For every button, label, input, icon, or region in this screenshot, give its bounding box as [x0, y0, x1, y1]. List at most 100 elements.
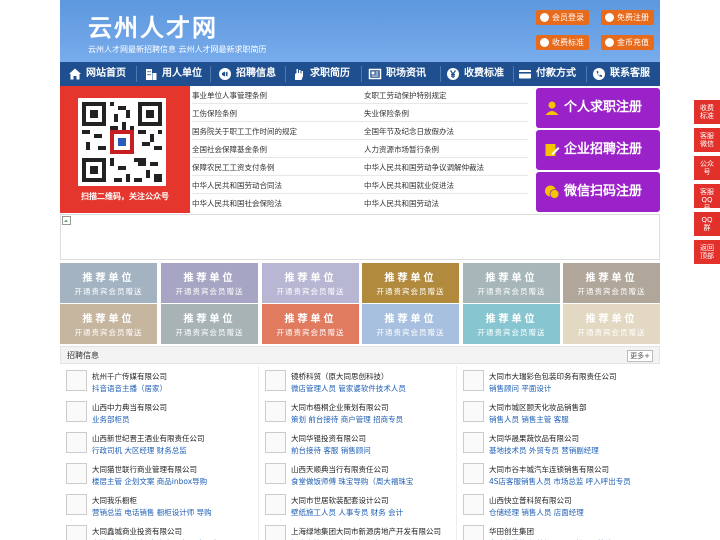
company-positions[interactable]: 业务部柜员 — [92, 414, 130, 425]
company-listing[interactable]: 镜桥科贸（原大同思创科技） 微店管理人员 管家婆软件技术人员 — [259, 366, 454, 396]
policy-link[interactable]: 中华人民共和国劳动法 — [364, 198, 439, 209]
login-button[interactable]: 会员登录 — [536, 10, 589, 25]
recommended-employer-tile[interactable]: 推荐单位 开通贵宾会员赠送 — [463, 263, 560, 303]
recharge-button[interactable]: 金币充值 — [601, 35, 654, 50]
company-positions[interactable]: 销售顾问 平面设计 — [489, 383, 551, 394]
policy-link[interactable]: 全国社会保障基金条例 — [192, 144, 267, 155]
side-wechat-support-button[interactable]: 客服 微信 — [694, 128, 720, 152]
job-seeker-register-button[interactable]: 个人求职注册 — [536, 88, 660, 128]
company-listing[interactable]: 大同猫世联行商业管理有限公司 楼层主管 企划文案 商品inbox导购 — [60, 459, 255, 489]
policy-link[interactable]: 全国年节及纪念日放假办法 — [364, 126, 454, 137]
register-button[interactable]: 免费注册 — [601, 10, 654, 25]
employer-register-button[interactable]: 企业招聘注册 — [536, 130, 660, 170]
company-logo[interactable] — [66, 432, 87, 453]
company-logo[interactable] — [265, 494, 286, 515]
recommended-employer-tile[interactable]: 推荐单位 开通贵宾会员赠送 — [362, 263, 459, 303]
company-name[interactable]: 杭州千广传媒有限公司 — [92, 371, 167, 382]
company-name[interactable]: 大同猫世联行商业管理有限公司 — [92, 464, 197, 475]
company-listing[interactable]: 大同市世居软装配套设计公司 壁纸施工人员 人事专员 财务 会计 — [259, 490, 454, 520]
company-positions[interactable]: 仓储经理 销售人员 店面经理 — [489, 507, 584, 518]
company-name[interactable]: 山西天顺典当行有限责任公司 — [291, 464, 389, 475]
company-logo[interactable] — [463, 432, 484, 453]
company-listing[interactable]: 大同华锟投资有限公司 前台接待 客服 销售顾问 — [259, 428, 454, 458]
company-positions[interactable]: 食堂做饭师傅 珠宝导购（周大福珠宝 — [291, 476, 413, 487]
company-name[interactable]: 大同我乐橱柜 — [92, 495, 137, 506]
pricing-button[interactable]: 收费标准 — [536, 35, 589, 50]
company-positions[interactable]: 微店管理人员 管家婆软件技术人员 — [291, 383, 406, 394]
policy-link[interactable]: 事业单位人事管理条例 — [192, 90, 267, 101]
company-positions[interactable]: 前台接待 客服 销售顾问 — [291, 445, 371, 456]
company-listing[interactable]: 大同鑫城商业投资有限公司主管 专卖店店长 专卖店导购员 客服专员 — [60, 521, 255, 540]
recommended-employer-tile[interactable]: 推荐单位 开通贵宾会员赠送 — [161, 304, 258, 344]
company-logo[interactable] — [265, 432, 286, 453]
company-listing[interactable]: 大同市城区颐天化妆品销售部 销售人员 销售主管 客服 — [457, 397, 652, 427]
company-listing[interactable]: 杭州千广传媒有限公司 抖音语音主播（居家） — [60, 366, 255, 396]
company-listing[interactable]: 大同市梧桐企业策划有限公司 策划 前台接待 商户管理 招商专员 — [259, 397, 454, 427]
company-positions[interactable]: 抖音语音主播（居家） — [92, 383, 167, 394]
policy-link[interactable]: 人力资源市场暂行条例 — [364, 144, 439, 155]
company-logo[interactable] — [463, 525, 484, 540]
policy-link[interactable]: 国务院关于职工工作时间的规定 — [192, 126, 297, 137]
recommended-employer-tile[interactable]: 推荐单位 开通贵宾会员赠送 — [362, 304, 459, 344]
company-logo[interactable] — [66, 525, 87, 540]
back-to-top-button[interactable]: 返回 顶部 — [694, 240, 720, 264]
company-name[interactable]: 上海绿地集团大同市新源房地产开发有限公司 — [291, 526, 441, 537]
company-name[interactable]: 山西新世纪晋王酒业有限责任公司 — [92, 433, 205, 444]
policy-link[interactable]: 中华人民共和国劳动合同法 — [192, 180, 282, 191]
nav-resumes[interactable]: 求职简历 — [290, 62, 350, 86]
policy-link[interactable]: 中华人民共和国就业促进法 — [364, 180, 454, 191]
company-positions[interactable]: 楼层主管 企划文案 商品inbox导购 — [92, 476, 207, 487]
company-listing[interactable]: 山西新世纪晋王酒业有限责任公司 行政司机 大区经理 财务总监 — [60, 428, 255, 458]
company-listing[interactable]: 大同我乐橱柜 营销总监 电话销售 橱柜设计师 导购 — [60, 490, 255, 520]
recommended-employer-tile[interactable]: 推荐单位 开通贵宾会员赠送 — [161, 263, 258, 303]
company-name[interactable]: 华田创生集团 — [489, 526, 534, 537]
policy-link[interactable]: 失业保险条例 — [364, 108, 409, 119]
company-name[interactable]: 大同华锟投资有限公司 — [291, 433, 366, 444]
company-listing[interactable]: 大同市谷丰城汽车连锁销售有限公司 4S店客服销售人员 市场总监 呼入呼出专员 — [457, 459, 652, 489]
recommended-employer-tile[interactable]: 推荐单位 开通贵宾会员赠送 — [563, 304, 660, 344]
recommended-employer-tile[interactable]: 推荐单位 开通贵宾会员赠送 — [60, 263, 157, 303]
company-listing[interactable]: 上海绿地集团大同市新源房地产开发有限公司招商主管 研展专员 客服 客服经理 — [259, 521, 454, 540]
company-name[interactable]: 镜桥科贸（原大同思创科技） — [291, 371, 389, 382]
policy-link[interactable]: 中华人民共和国社会保险法 — [192, 198, 282, 209]
company-name[interactable]: 山西快立普科贸有限公司 — [489, 495, 572, 506]
side-qq-group-button[interactable]: QQ 群 — [694, 212, 720, 236]
side-qq-support-button[interactable]: 客服 QQ 号 — [694, 184, 720, 212]
banner-image-placeholder[interactable] — [60, 214, 660, 260]
company-listing[interactable]: 大同市大瑞彩色包装印务有限责任公司 销售顾问 平面设计 — [457, 366, 652, 396]
company-name[interactable]: 大同市大瑞彩色包装印务有限责任公司 — [489, 371, 617, 382]
company-logo[interactable] — [463, 401, 484, 422]
company-listing[interactable]: 华田创生集团自动化维修 经营经理 QC验证员 统计员 — [457, 521, 652, 540]
company-positions[interactable]: 销售人员 销售主管 客服 — [489, 414, 569, 425]
nav-home[interactable]: 网站首页 — [66, 62, 126, 86]
company-logo[interactable] — [66, 370, 87, 391]
company-logo[interactable] — [265, 463, 286, 484]
side-pricing-button[interactable]: 收费 标准 — [694, 100, 720, 124]
policy-link[interactable]: 中华人民共和国劳动争议调解仲裁法 — [364, 162, 484, 173]
company-name[interactable]: 大同市世居软装配套设计公司 — [291, 495, 389, 506]
recommended-employer-tile[interactable]: 推荐单位 开通贵宾会员赠送 — [463, 304, 560, 344]
nav-support[interactable]: 联系客服 — [590, 62, 650, 86]
company-logo[interactable] — [66, 494, 87, 515]
company-logo[interactable] — [265, 525, 286, 540]
recommended-employer-tile[interactable]: 推荐单位 开通贵宾会员赠送 — [262, 304, 359, 344]
site-title[interactable]: 云州人才网 — [88, 8, 218, 43]
company-name[interactable]: 大同华晟果蔬饮品有限公司 — [489, 433, 579, 444]
company-positions[interactable]: 行政司机 大区经理 财务总监 — [92, 445, 187, 456]
recommended-employer-tile[interactable]: 推荐单位 开通贵宾会员赠送 — [262, 263, 359, 303]
recommended-employer-tile[interactable]: 推荐单位 开通贵宾会员赠送 — [60, 304, 157, 344]
company-name[interactable]: 大同市谷丰城汽车连锁销售有限公司 — [489, 464, 609, 475]
policy-link[interactable]: 保障农民工工资支付条例 — [192, 162, 275, 173]
company-positions[interactable]: 策划 前台接待 商户管理 招商专员 — [291, 414, 403, 425]
policy-link[interactable]: 女职工劳动保护特别规定 — [364, 90, 447, 101]
nav-employers[interactable]: 用人单位 — [142, 62, 202, 86]
policy-link[interactable]: 工伤保险条例 — [192, 108, 237, 119]
company-name[interactable]: 大同市梧桐企业策划有限公司 — [291, 402, 389, 413]
more-button[interactable]: 更多+ — [627, 350, 653, 362]
company-logo[interactable] — [463, 370, 484, 391]
company-logo[interactable] — [66, 463, 87, 484]
nav-payment[interactable]: 付款方式 — [516, 62, 576, 86]
company-positions[interactable]: 壁纸施工人员 人事专员 财务 会计 — [291, 507, 403, 518]
company-listing[interactable]: 大同华晟果蔬饮品有限公司 基地技术员 外贸专员 营销副经理 — [457, 428, 652, 458]
side-official-account-button[interactable]: 公众号 — [694, 156, 720, 180]
